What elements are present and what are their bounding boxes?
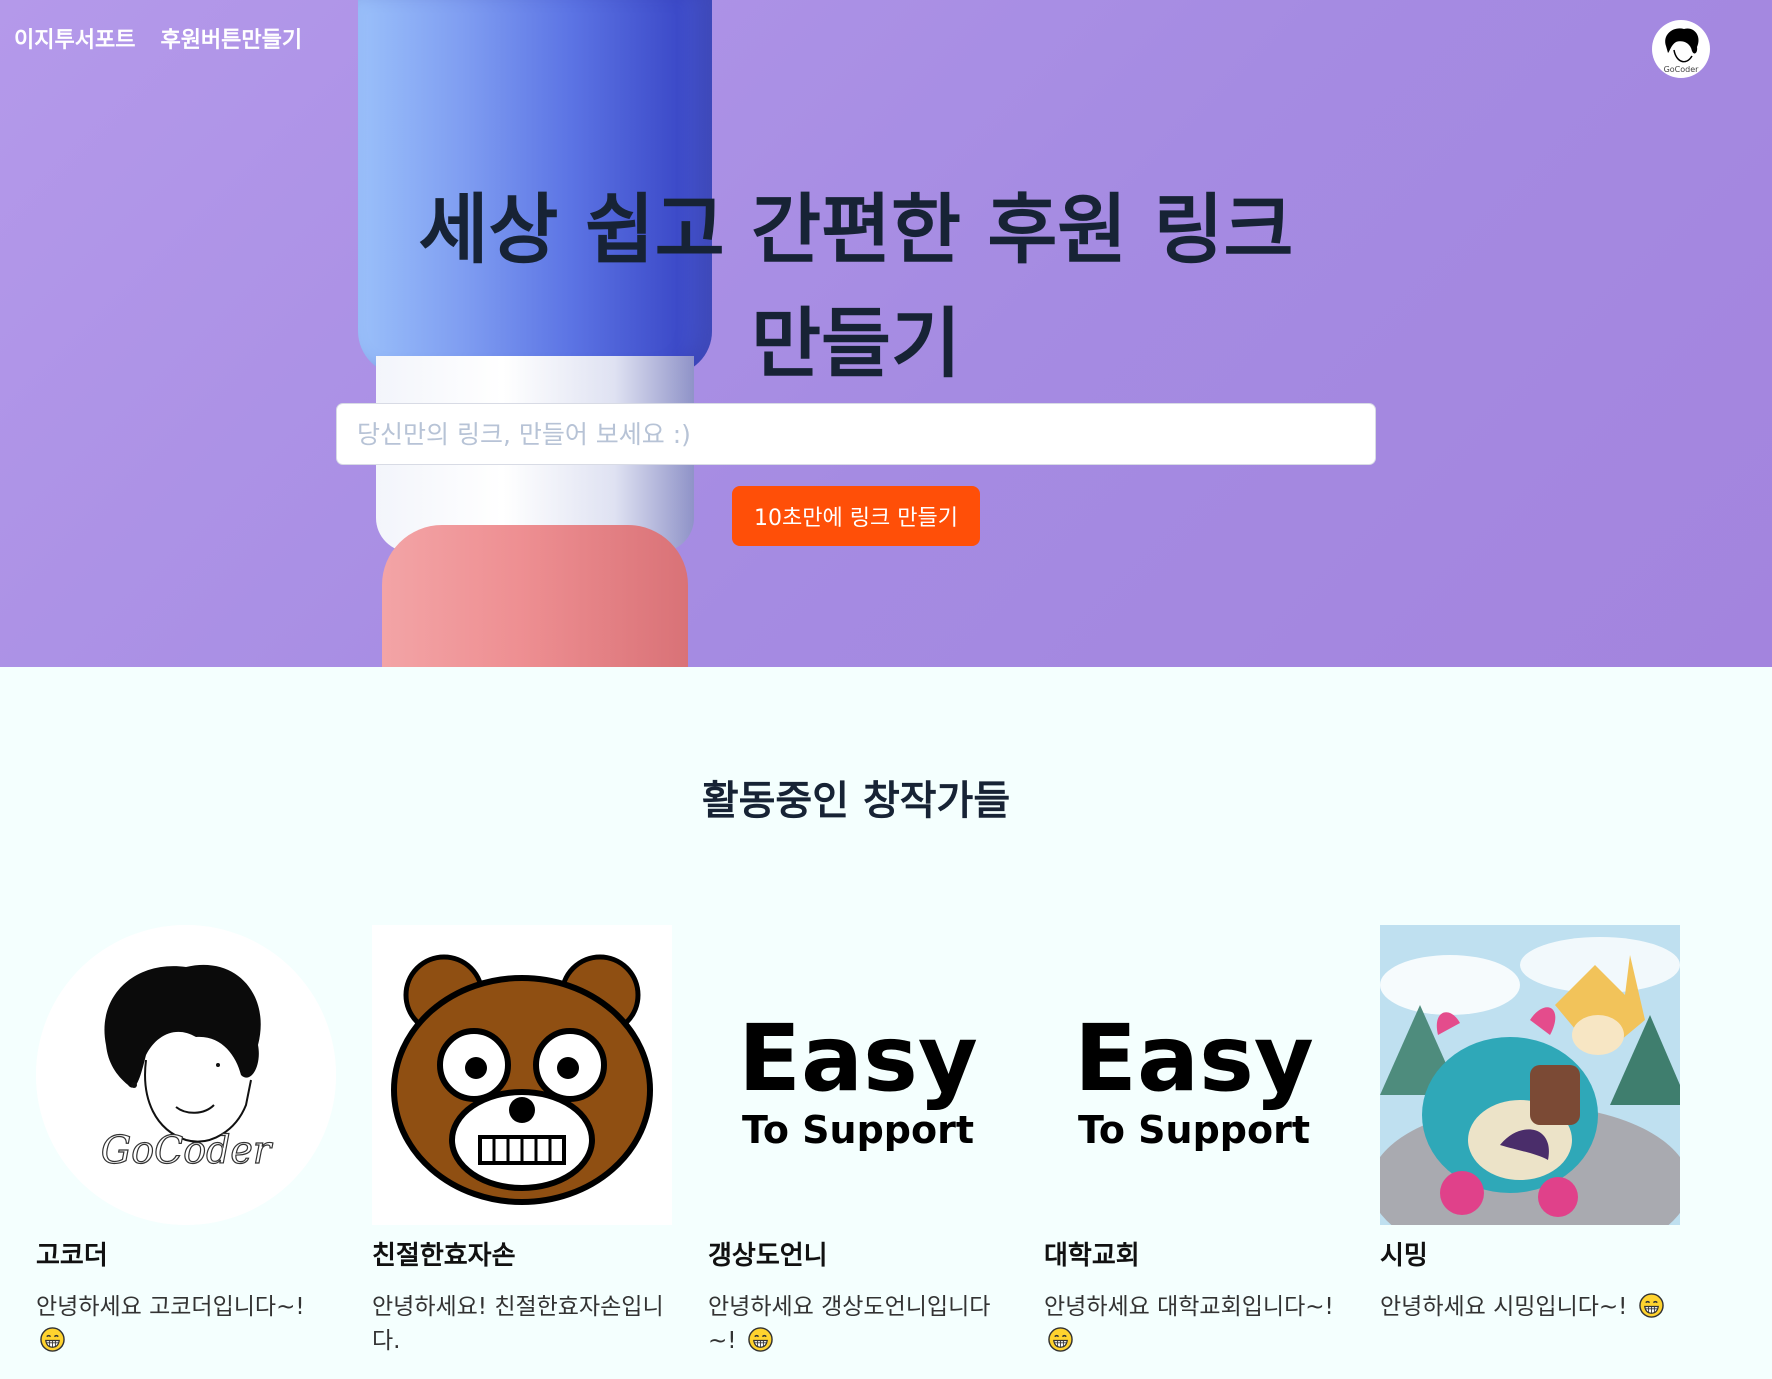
creator-description: 안녕하세요 시밍입니다~! bbox=[1380, 1290, 1680, 1324]
creators-list: GoCoder 고코더 안녕하세요 고코더입니다~! 친절한효자손 안녕하세요!… bbox=[36, 925, 1680, 1358]
creator-name: 갱상도언니 bbox=[708, 1241, 828, 1271]
hero-title-line1: 세상 쉽고 간편한 후원 링크 bbox=[418, 184, 1294, 274]
creator-card[interactable]: 친절한효자손 안녕하세요! 친절한효자손입니다. bbox=[372, 925, 672, 1358]
creator-thumbnail bbox=[372, 925, 672, 1225]
user-avatar[interactable]: GoCoder bbox=[1652, 20, 1710, 78]
creator-card[interactable]: GoCoder 고코더 안녕하세요 고코더입니다~! bbox=[36, 925, 336, 1358]
svg-text:To Support: To Support bbox=[1078, 1108, 1310, 1152]
grinning-face-icon bbox=[1638, 1293, 1664, 1318]
brand-link[interactable]: 이지투서포트 bbox=[14, 22, 135, 54]
hero-section: 이지투서포트 후원버튼만들기 GoCoder 세상 쉽고 간편한 후원 링크 만… bbox=[0, 0, 1772, 667]
top-nav: 이지투서포트 후원버튼만들기 bbox=[14, 22, 302, 54]
creator-description-text: 안녕하세요 시밍입니다~! bbox=[1380, 1294, 1628, 1320]
creator-name: 친절한효자손 bbox=[372, 1241, 516, 1271]
bear-face-image bbox=[372, 925, 672, 1225]
creator-description: 안녕하세요 고코더입니다~! bbox=[36, 1290, 336, 1358]
creator-card[interactable]: Easy To Support 갱상도언니 안녕하세요 갱상도언니입니다~! bbox=[708, 925, 1008, 1358]
creator-thumbnail: Easy To Support bbox=[1044, 925, 1344, 1225]
creator-thumbnail: Easy To Support bbox=[708, 925, 1008, 1225]
easy-to-support-logo: Easy To Support bbox=[1074, 1005, 1314, 1152]
creator-description-text: 안녕하세요 대학교회입니다~! bbox=[1044, 1294, 1334, 1320]
creators-section-title: 활동중인 창작가들 bbox=[701, 778, 1011, 824]
svg-text:GoCoder: GoCoder bbox=[1664, 65, 1700, 74]
creator-name: 대학교회 bbox=[1044, 1241, 1140, 1271]
creator-name: 시밍 bbox=[1380, 1241, 1428, 1271]
creator-thumbnail bbox=[1380, 925, 1680, 1225]
creator-description: 안녕하세요! 친절한효자손입니다. bbox=[372, 1290, 672, 1358]
creator-card[interactable]: 시밍 안녕하세요 시밍입니다~! bbox=[1380, 925, 1680, 1358]
create-link-button[interactable]: 10초만에 링크 만들기 bbox=[732, 486, 980, 546]
creator-description-text: 안녕하세요 고코더입니다~! bbox=[36, 1294, 305, 1320]
creator-description: 안녕하세요 갱상도언니입니다~! bbox=[708, 1290, 1008, 1358]
hero-title: 세상 쉽고 간편한 후원 링크 만들기 bbox=[0, 173, 1712, 401]
creator-description-text: 안녕하세요! 친절한효자손입니다. bbox=[372, 1294, 664, 1354]
game-character-artwork bbox=[1380, 925, 1680, 1225]
creator-description: 안녕하세요 대학교회입니다~! bbox=[1044, 1290, 1344, 1358]
svg-text:GoCoder: GoCoder bbox=[101, 1128, 274, 1172]
grinning-face-icon bbox=[748, 1327, 773, 1352]
creator-thumbnail: GoCoder bbox=[36, 925, 336, 1225]
svg-text:To Support: To Support bbox=[742, 1108, 974, 1152]
link-name-input[interactable] bbox=[336, 403, 1376, 465]
creator-card[interactable]: Easy To Support 대학교회 안녕하세요 대학교회입니다~! bbox=[1044, 925, 1344, 1358]
svg-text:Easy: Easy bbox=[738, 1005, 978, 1112]
gocoder-portrait-image: GoCoder bbox=[36, 925, 336, 1225]
svg-text:Easy: Easy bbox=[1074, 1005, 1314, 1112]
avatar-icon: GoCoder bbox=[1664, 28, 1700, 74]
grinning-face-icon bbox=[1048, 1327, 1073, 1352]
hero-bottle-neck bbox=[382, 525, 688, 667]
hero-title-line2: 만들기 bbox=[751, 298, 961, 388]
creator-name: 고코더 bbox=[36, 1241, 108, 1271]
grinning-face-icon bbox=[40, 1327, 65, 1352]
easy-to-support-logo: Easy To Support bbox=[738, 1005, 978, 1152]
make-support-button-link[interactable]: 후원버튼만들기 bbox=[160, 22, 302, 54]
